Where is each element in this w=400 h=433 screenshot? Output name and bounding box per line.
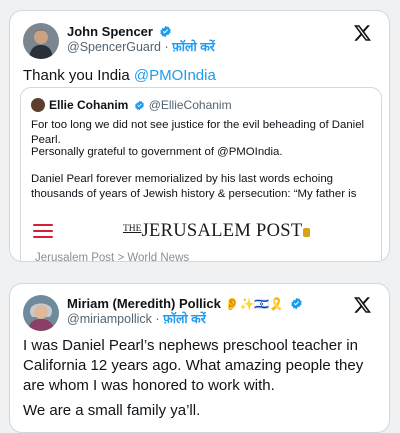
avatar-photo (23, 295, 59, 331)
tweet-card-miriam-pollick[interactable]: Miriam (Meredith) Pollick 👂✨🇮🇱🎗️ @miriam… (9, 283, 390, 433)
jerusalem-post-logo: THEJERUSALEM POST (123, 221, 311, 242)
logo-mark-icon (303, 228, 311, 237)
quoted-author-handle[interactable]: @EllieCohanim (149, 98, 232, 112)
quoted-author-row[interactable]: Ellie Cohanim @EllieCohanim (31, 98, 232, 112)
quoted-text-para-3: Daniel Pearl forever memorialized by his… (31, 173, 357, 200)
quoted-tweet[interactable]: Ellie Cohanim @EllieCohanim For too long… (20, 87, 382, 261)
author-name[interactable]: Miriam (Meredith) Pollick (67, 296, 221, 311)
verified-badge-icon (291, 297, 302, 310)
x-logo-icon[interactable] (354, 297, 371, 313)
verified-badge-icon (159, 25, 171, 38)
quoted-author-name[interactable]: Ellie Cohanim (49, 98, 128, 112)
author-name-row[interactable]: Miriam (Meredith) Pollick 👂✨🇮🇱🎗️ (67, 296, 303, 312)
x-logo-icon[interactable] (354, 25, 371, 41)
tweet-card-john-spencer[interactable]: John Spencer @SpencerGuard · फ़ॉलो करें … (9, 10, 390, 262)
tweet-text-body: Thank you India (23, 67, 134, 84)
quoted-text-para-1: For too long we did not see justice for … (31, 119, 365, 146)
author-name[interactable]: John Spencer (67, 24, 153, 39)
author-handle[interactable]: @miriampollick (67, 312, 152, 326)
link-card-breadcrumb[interactable]: Jerusalem Post > World News (35, 252, 189, 261)
avatar[interactable] (23, 23, 59, 59)
mention-link[interactable]: @PMOIndia (134, 67, 216, 84)
avatar[interactable] (23, 295, 59, 331)
link-card-header[interactable]: THEJERUSALEM POST (21, 215, 381, 249)
tweet-text-para-2: We are a small family ya’ll. (23, 402, 201, 419)
author-handle[interactable]: @SpencerGuard (67, 40, 161, 54)
author-handle-row: @miriampollick · फ़ॉलो करें (67, 312, 206, 327)
hamburger-menu-icon (33, 224, 53, 239)
verified-badge-icon (134, 100, 144, 111)
quoted-avatar (31, 98, 45, 112)
tweet-text-para-1: I was Daniel Pearl’s nephews preschool t… (23, 337, 364, 394)
separator: · (155, 312, 160, 326)
follow-button[interactable]: फ़ॉलो करें (163, 312, 206, 326)
name-emoji: 👂✨🇮🇱🎗️ (224, 297, 285, 311)
separator: · (164, 40, 169, 54)
tweet-text: Thank you India @PMOIndia (23, 66, 216, 86)
logo-prefix: THE (123, 224, 142, 234)
quoted-text-para-2: Personally grateful to government of @PM… (31, 146, 283, 158)
author-handle-row: @SpencerGuard · फ़ॉलो करें (67, 40, 215, 55)
logo-main: JERUSALEM POST (141, 221, 303, 241)
avatar-photo (23, 23, 59, 59)
author-name-row[interactable]: John Spencer (67, 24, 172, 39)
follow-button[interactable]: फ़ॉलो करें (172, 40, 215, 54)
